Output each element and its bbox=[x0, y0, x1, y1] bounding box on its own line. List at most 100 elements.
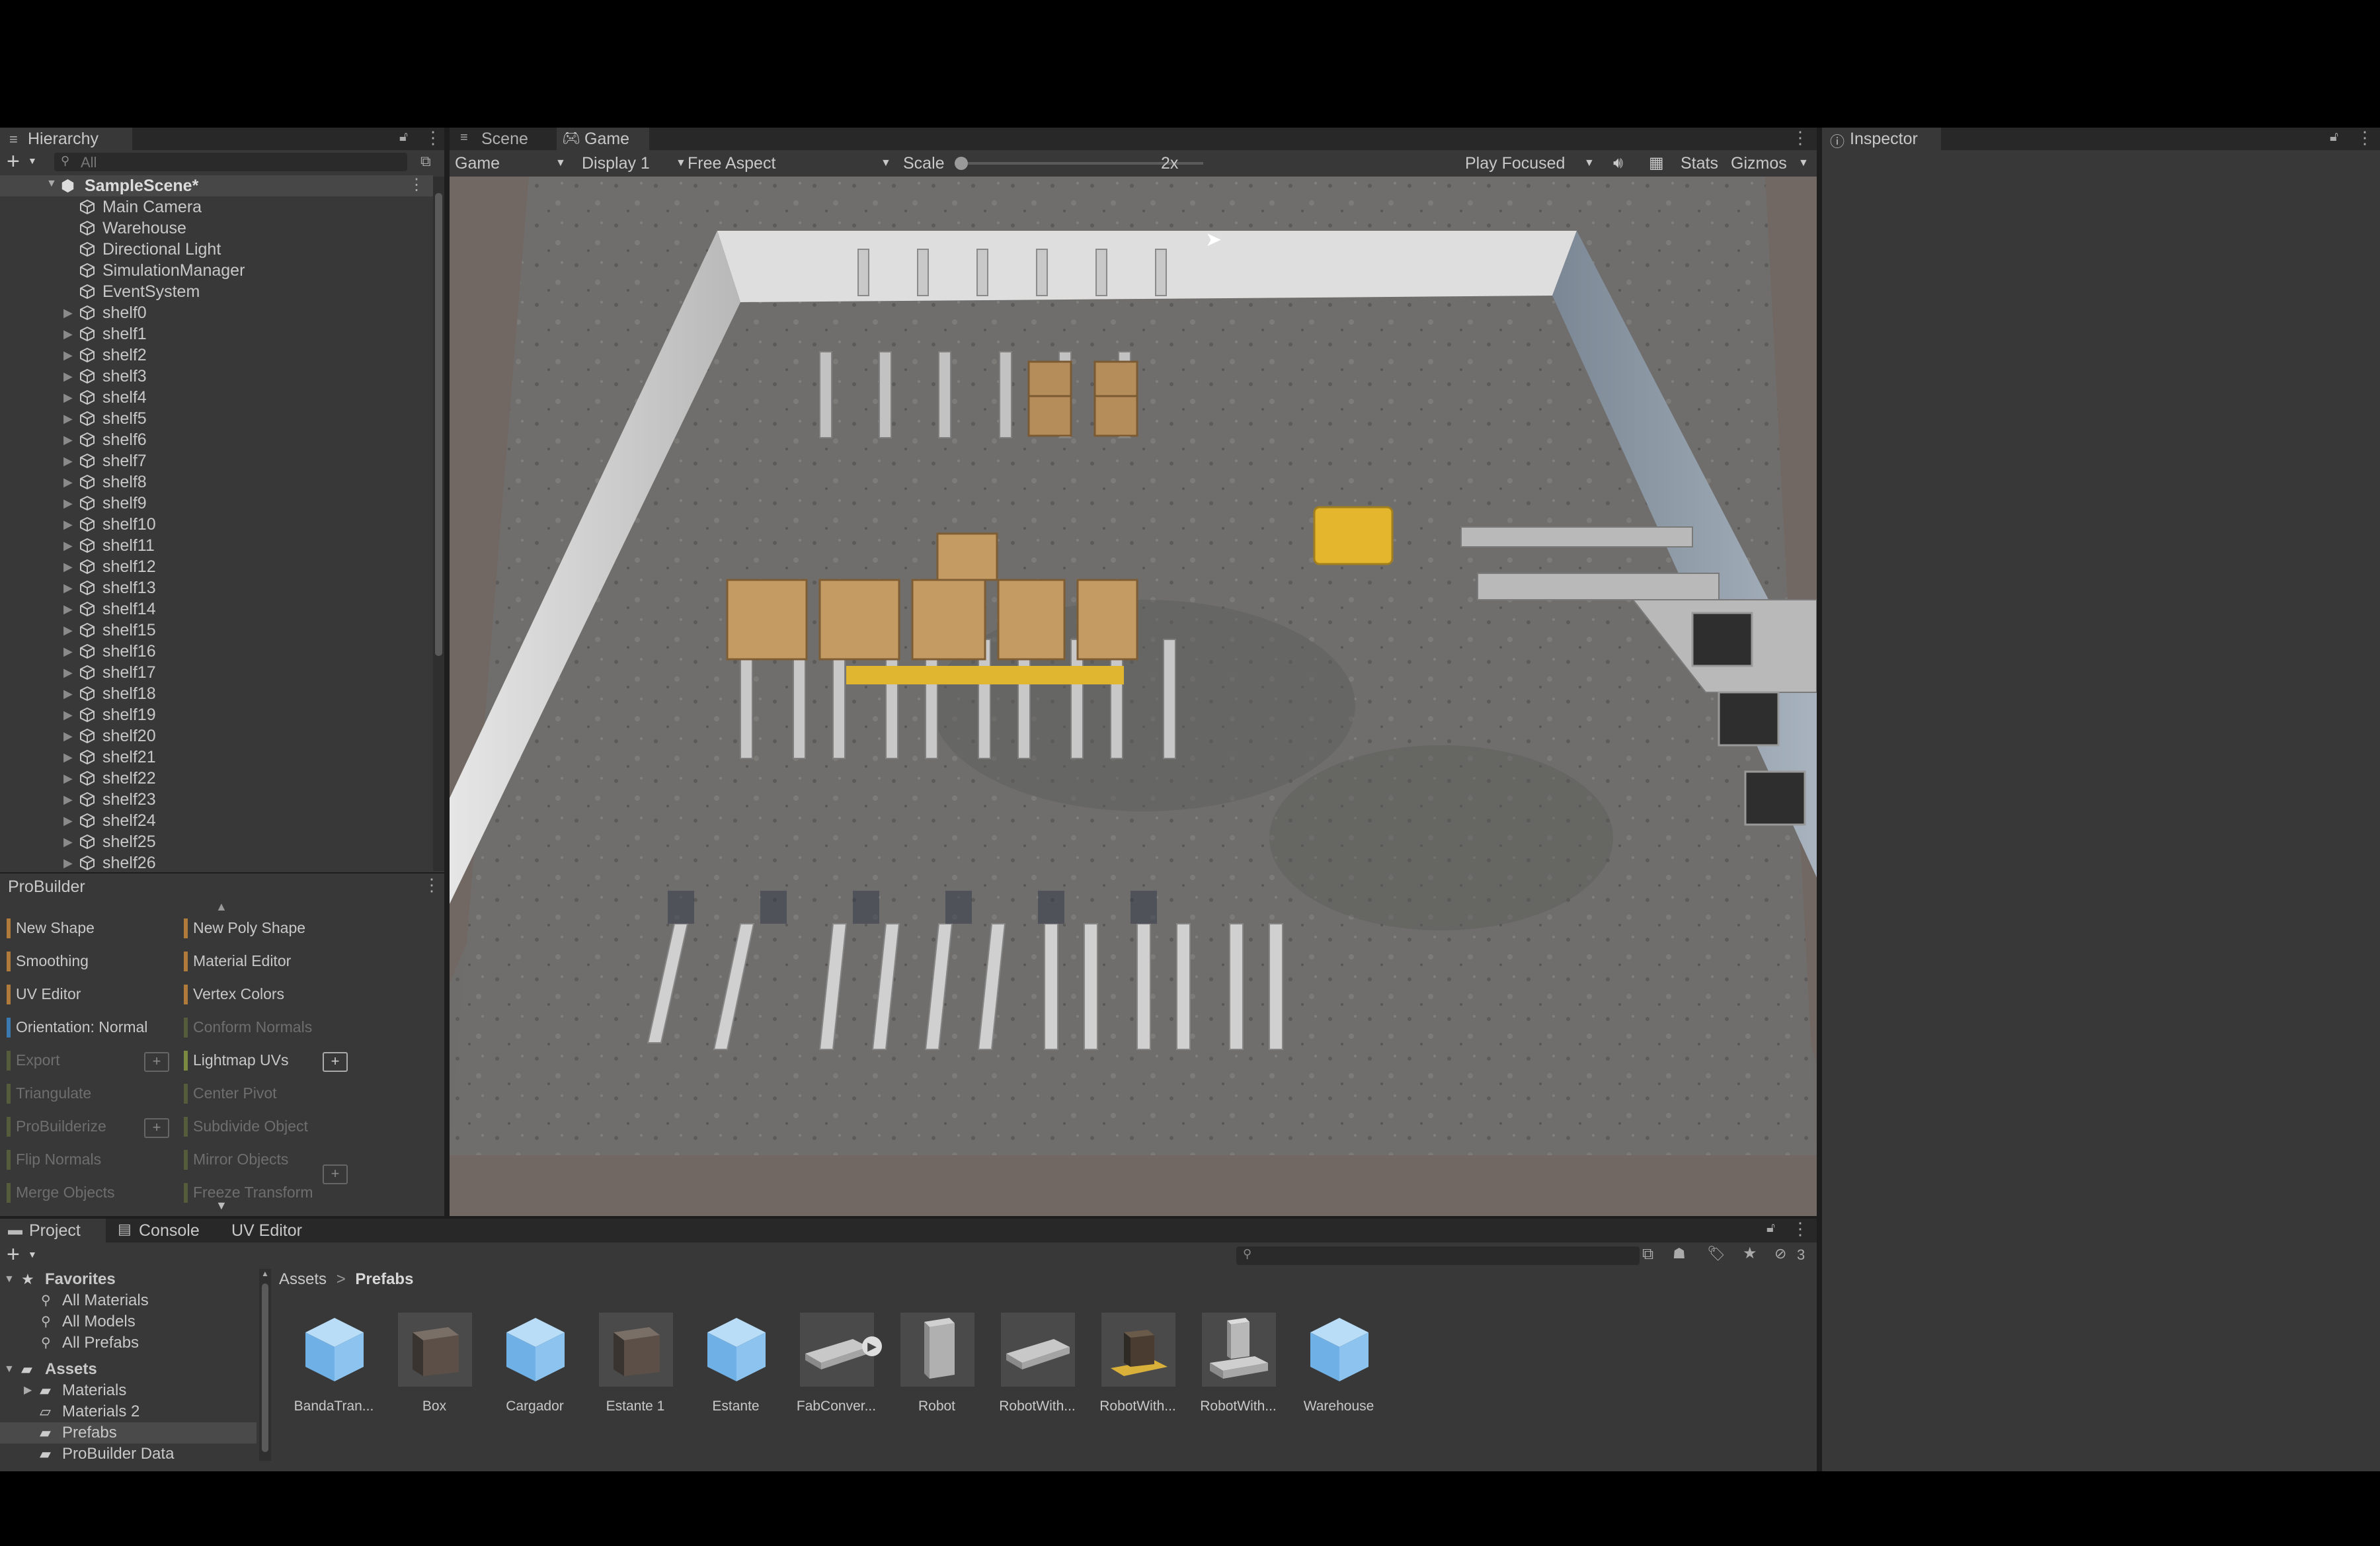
asset-item[interactable]: BandaTran... bbox=[291, 1313, 377, 1414]
folder-materials[interactable]: ▶ ▰ Materials bbox=[0, 1380, 258, 1401]
stats-button[interactable]: Stats bbox=[1681, 150, 1718, 177]
asset-item[interactable]: RobotWith... bbox=[1195, 1313, 1281, 1414]
display-dropdown[interactable]: Display 1 ▼ bbox=[582, 150, 688, 177]
more-menu-icon[interactable]: ⋮ bbox=[424, 128, 442, 148]
favorites-header[interactable]: ▼ ★ Favorites bbox=[0, 1269, 258, 1290]
expand-arrow-icon[interactable]: ▶ bbox=[63, 620, 73, 641]
hierarchy-item[interactable]: EventSystem bbox=[0, 281, 430, 302]
tab-project[interactable]: ▬ Project bbox=[0, 1219, 106, 1242]
hierarchy-item-shelf[interactable]: ▶ shelf2 bbox=[0, 345, 430, 366]
scroll-up-icon[interactable]: ▲ bbox=[261, 1269, 269, 1278]
expand-arrow-icon[interactable]: ▶ bbox=[24, 1380, 32, 1401]
hierarchy-item-shelf[interactable]: ▶ shelf3 bbox=[0, 366, 430, 387]
expand-arrow-icon[interactable]: ▶ bbox=[63, 683, 73, 704]
project-search-input[interactable]: ⚲ bbox=[1236, 1246, 1640, 1265]
project-more-icon[interactable]: ⋮ bbox=[1792, 1219, 1809, 1239]
scene-more-icon[interactable]: ⋮ bbox=[409, 175, 424, 194]
expand-arrow-icon[interactable]: ▶ bbox=[63, 789, 73, 810]
export-options-button[interactable]: + bbox=[144, 1052, 169, 1072]
expand-arrow-icon[interactable]: ▶ bbox=[63, 704, 73, 725]
gizmos-button[interactable]: Gizmos bbox=[1731, 150, 1787, 177]
probuilder-action-button[interactable]: New Shape bbox=[7, 913, 95, 942]
expand-arrow-icon[interactable]: ▶ bbox=[63, 810, 73, 831]
expand-arrow-icon[interactable]: ▼ bbox=[46, 178, 57, 190]
hierarchy-item-shelf[interactable]: ▶ shelf19 bbox=[0, 704, 430, 725]
tab-uv-editor[interactable]: UV Editor bbox=[225, 1219, 331, 1242]
add-object-button[interactable]: + bbox=[7, 150, 20, 173]
hidden-packages-icon[interactable]: ⊘ bbox=[1774, 1245, 1786, 1262]
probuilder-action-button[interactable]: Merge Objects bbox=[7, 1178, 115, 1207]
lightmap-uvs-options-button[interactable]: + bbox=[323, 1052, 348, 1072]
probuilder-action-button[interactable]: UV Editor bbox=[7, 979, 81, 1008]
hierarchy-item-shelf[interactable]: ▶ shelf24 bbox=[0, 810, 430, 831]
game-view-dropdown[interactable]: Game ▼ bbox=[455, 150, 567, 177]
favorite-all-materials[interactable]: ⚲ All Materials bbox=[0, 1290, 258, 1311]
probuilder-action-button[interactable]: Triangulate bbox=[7, 1078, 91, 1108]
hierarchy-search-input[interactable]: ⚲ All bbox=[54, 153, 407, 171]
asset-item[interactable]: Box bbox=[391, 1313, 477, 1414]
breadcrumb-assets[interactable]: Assets bbox=[279, 1270, 327, 1288]
expand-arrow-icon[interactable]: ▶ bbox=[63, 831, 73, 852]
expand-arrow-icon[interactable]: ▶ bbox=[63, 852, 73, 874]
hierarchy-item-shelf[interactable]: ▶ shelf0 bbox=[0, 302, 430, 323]
inspector-lock-icon[interactable]: 🔓︎ bbox=[2330, 130, 2338, 145]
tab-scene[interactable]: ≡ Scene bbox=[456, 128, 555, 150]
expand-arrow-icon[interactable]: ▶ bbox=[63, 768, 73, 789]
hierarchy-item-shelf[interactable]: ▶ shelf6 bbox=[0, 429, 430, 450]
probuilderize-options-button[interactable]: + bbox=[144, 1118, 169, 1138]
expand-arrow-icon[interactable]: ▶ bbox=[63, 514, 73, 535]
hierarchy-item-shelf[interactable]: ▶ shelf4 bbox=[0, 387, 430, 408]
chevron-down-icon[interactable]: ▼ bbox=[28, 1249, 37, 1260]
folder-materials-2[interactable]: ▱ Materials 2 bbox=[0, 1401, 258, 1422]
expand-arrow-icon[interactable]: ▼ bbox=[4, 1359, 15, 1380]
expand-arrow-icon[interactable]: ▶ bbox=[63, 535, 73, 556]
hierarchy-item-shelf[interactable]: ▶ shelf17 bbox=[0, 662, 430, 683]
scroll-down-icon[interactable]: ▼ bbox=[216, 1199, 227, 1213]
expand-arrow-icon[interactable]: ▶ bbox=[63, 302, 73, 323]
hierarchy-item-shelf[interactable]: ▶ shelf7 bbox=[0, 450, 430, 471]
play-circle-icon[interactable]: ▶ bbox=[862, 1336, 882, 1356]
expand-arrow-icon[interactable]: ▶ bbox=[63, 598, 73, 620]
assets-header[interactable]: ▼ ▰ Assets bbox=[0, 1359, 258, 1380]
expand-arrow-icon[interactable]: ▶ bbox=[63, 345, 73, 366]
hierarchy-item-shelf[interactable]: ▶ shelf26 bbox=[0, 852, 430, 874]
asset-item[interactable]: Cargador bbox=[492, 1313, 578, 1414]
probuilder-action-button[interactable]: Orientation: Normal bbox=[7, 1012, 147, 1041]
expand-arrow-icon[interactable]: ▶ bbox=[63, 366, 73, 387]
hierarchy-item-shelf[interactable]: ▶ shelf25 bbox=[0, 831, 430, 852]
hierarchy-item-shelf[interactable]: ▶ shelf12 bbox=[0, 556, 430, 577]
hierarchy-item-shelf[interactable]: ▶ shelf15 bbox=[0, 620, 430, 641]
create-asset-button[interactable]: + bbox=[7, 1242, 20, 1266]
hierarchy-item[interactable]: SimulationManager bbox=[0, 260, 430, 281]
probuilder-action-button[interactable]: Export bbox=[7, 1045, 60, 1075]
hierarchy-item-shelf[interactable]: ▶ shelf11 bbox=[0, 535, 430, 556]
scroll-up-icon[interactable]: ▲ bbox=[216, 900, 227, 914]
aspect-dropdown[interactable]: Free Aspect ▼ bbox=[688, 150, 892, 177]
probuilder-action-button[interactable]: Vertex Colors bbox=[184, 979, 284, 1008]
scene-row[interactable]: ▼ ⬢ SampleScene* ⋮ bbox=[0, 175, 433, 196]
expand-arrow-icon[interactable]: ▶ bbox=[63, 641, 73, 662]
hierarchy-item-shelf[interactable]: ▶ shelf18 bbox=[0, 683, 430, 704]
breadcrumb-prefabs[interactable]: Prefabs bbox=[355, 1270, 413, 1288]
hierarchy-scrollbar[interactable] bbox=[433, 177, 444, 871]
mirror-objects-options-button[interactable]: + bbox=[323, 1164, 348, 1184]
expand-arrow-icon[interactable]: ▶ bbox=[63, 556, 73, 577]
favorite-all-models[interactable]: ⚲ All Models bbox=[0, 1311, 258, 1332]
hierarchy-item-shelf[interactable]: ▶ shelf5 bbox=[0, 408, 430, 429]
probuilder-action-button[interactable]: Smoothing bbox=[7, 946, 89, 975]
probuilder-action-button[interactable]: Mirror Objects bbox=[184, 1145, 288, 1174]
asset-item[interactable]: Estante bbox=[693, 1313, 779, 1414]
tab-game[interactable]: 🎮︎ Game bbox=[557, 128, 649, 150]
view-more-icon[interactable]: ⋮ bbox=[1792, 128, 1809, 148]
asset-item[interactable]: RobotWith... bbox=[994, 1313, 1080, 1414]
hierarchy-item-shelf[interactable]: ▶ shelf8 bbox=[0, 471, 430, 493]
probuilder-action-button[interactable]: Lightmap UVs bbox=[184, 1045, 288, 1075]
asset-item[interactable]: Robot bbox=[894, 1313, 980, 1414]
inspector-tab[interactable]: ⓘ Inspector bbox=[1822, 128, 1941, 150]
search-by-label-icon[interactable]: ☗ bbox=[1673, 1245, 1686, 1262]
gizmos-chevron-down-icon[interactable]: ▼ bbox=[1798, 150, 1809, 177]
chevron-down-icon[interactable]: ▼ bbox=[28, 155, 37, 166]
hierarchy-item-shelf[interactable]: ▶ shelf23 bbox=[0, 789, 430, 810]
expand-arrow-icon[interactable]: ▶ bbox=[63, 387, 73, 408]
play-mode-dropdown[interactable]: Play Focused ▼ bbox=[1465, 150, 1597, 177]
